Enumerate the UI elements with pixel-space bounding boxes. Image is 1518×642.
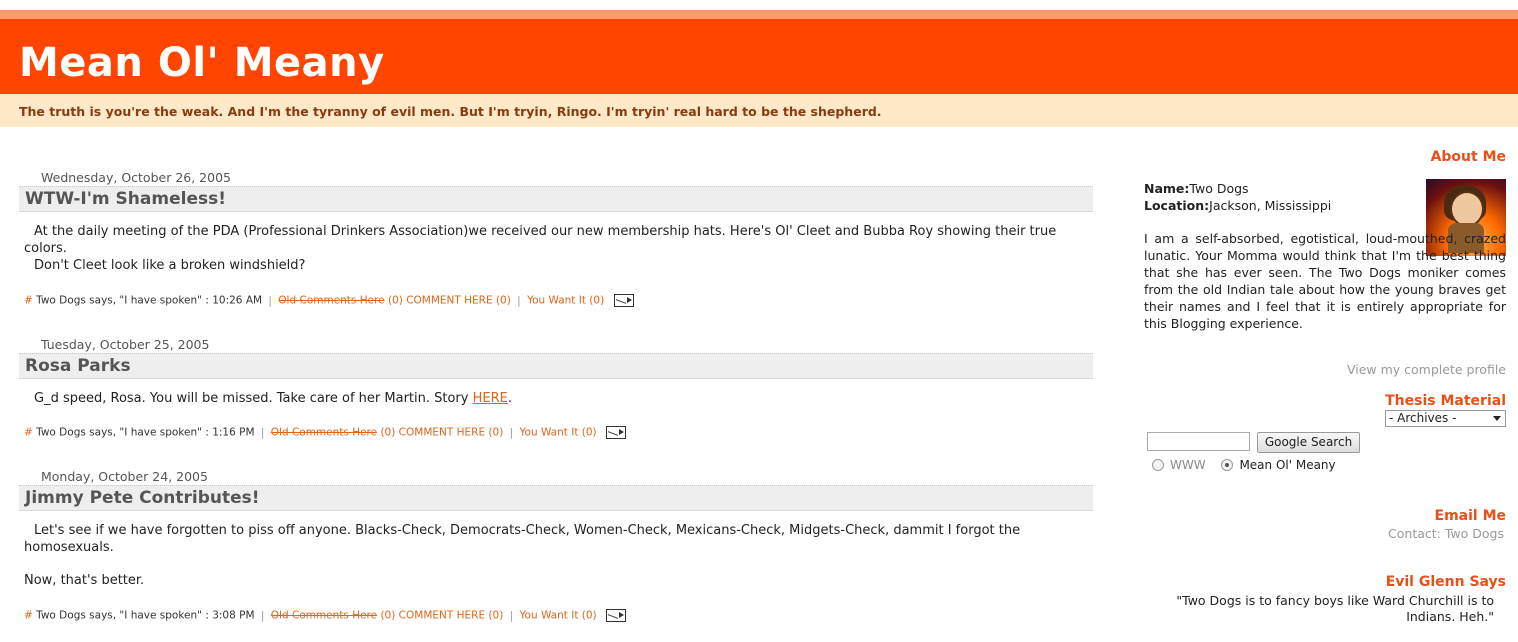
view-profile-link[interactable]: View my complete profile	[1347, 362, 1506, 377]
search-input[interactable]	[1147, 432, 1250, 451]
site-description: The truth is you're the weak. And I'm th…	[19, 104, 882, 119]
post-body-paragraph: Don't Cleet look like a broken windshiel…	[34, 258, 306, 273]
post-title: WTW-I'm Shameless!	[19, 186, 1093, 212]
post-author-time: Two Dogs says, "I have spoken" : 10:26 A…	[36, 294, 263, 307]
evil-glenn-quote: "Two Dogs is to fancy boys like Ward Chu…	[1176, 593, 1494, 624]
post-body: G_d speed, Rosa. You will be missed. Tak…	[24, 390, 1064, 407]
profile-name-row: Name:Two Dogs	[1144, 180, 1331, 197]
site-title[interactable]: Mean Ol' Meany	[19, 40, 385, 86]
post-body: At the daily meeting of the PDA (Profess…	[24, 223, 1064, 274]
name-label: Name:	[1144, 181, 1190, 196]
contact-label: Contact:	[1388, 526, 1441, 541]
chevron-down-icon	[1493, 416, 1501, 421]
permalink[interactable]: #	[24, 610, 33, 622]
post-date: Wednesday, October 26, 2005	[41, 170, 231, 185]
story-link[interactable]: HERE	[473, 391, 508, 406]
google-search-button[interactable]: Google Search	[1257, 432, 1360, 453]
profile-location: Jackson, Mississippi	[1209, 198, 1332, 213]
profile-name[interactable]: Two Dogs	[1189, 181, 1248, 196]
post-author-time: Two Dogs says, "I have spoken" : 1:16 PM	[36, 426, 255, 439]
about-me-heading: About Me	[1430, 149, 1506, 165]
post-body-paragraph: Let's see if we have forgotten to piss o…	[24, 523, 1021, 555]
email-post-icon[interactable]	[606, 609, 626, 622]
radio-www-label: WWW	[1170, 457, 1206, 472]
post-footer: # Two Dogs says, "I have spoken" : 3:08 …	[24, 609, 626, 622]
header-top-stripe	[0, 10, 1518, 19]
email-me-heading: Email Me	[1434, 508, 1507, 524]
post-body-end: .	[507, 391, 512, 406]
want-it-link[interactable]: You Want It (0)	[520, 610, 597, 622]
old-comments-link[interactable]: Old Comments Here	[271, 610, 377, 622]
evil-glenn-heading: Evil Glenn Says	[1385, 574, 1506, 590]
site-description-bar: The truth is you're the weak. And I'm th…	[0, 94, 1518, 127]
contact-line: Contact: Two Dogs	[1388, 526, 1504, 541]
location-label: Location:	[1144, 198, 1210, 213]
post-title-text[interactable]: Jimmy Pete Contributes!	[25, 488, 260, 508]
archives-dropdown[interactable]: - Archives -	[1385, 410, 1506, 427]
comment-link[interactable]: (0) COMMENT HERE (0)	[388, 295, 511, 307]
about-me-paragraph: I am a self-absorbed, egotistical, loud-…	[1144, 231, 1506, 331]
post-title-text[interactable]: WTW-I'm Shameless!	[25, 189, 226, 209]
post-footer: # Two Dogs says, "I have spoken" : 10:26…	[24, 294, 634, 307]
post-title: Rosa Parks	[19, 353, 1093, 379]
about-me-text: I am a self-absorbed, egotistical, loud-…	[1144, 230, 1506, 332]
thesis-material-heading: Thesis Material	[1385, 393, 1506, 409]
contact-link[interactable]: Two Dogs	[1445, 526, 1504, 541]
old-comments-link[interactable]: Old Comments Here	[271, 427, 377, 439]
post-date: Monday, October 24, 2005	[41, 469, 208, 484]
radio-www[interactable]	[1152, 458, 1164, 471]
want-it-link[interactable]: You Want It (0)	[520, 427, 597, 439]
search-scope: WWW Mean Ol' Meany	[1152, 457, 1348, 472]
post-title: Jimmy Pete Contributes!	[19, 485, 1093, 511]
post-title-text[interactable]: Rosa Parks	[25, 356, 131, 376]
radio-site-label: Mean Ol' Meany	[1239, 457, 1336, 472]
post-body: Let's see if we have forgotten to piss o…	[24, 522, 1064, 589]
permalink[interactable]: #	[24, 427, 33, 439]
post-date: Tuesday, October 25, 2005	[41, 337, 210, 352]
post-body-text: G_d speed, Rosa. You will be missed. Tak…	[34, 391, 473, 406]
want-it-link[interactable]: You Want It (0)	[527, 295, 604, 307]
permalink[interactable]: #	[24, 295, 33, 307]
site-header: Mean Ol' Meany	[0, 19, 1518, 94]
archives-selected: - Archives -	[1389, 411, 1457, 425]
radio-site[interactable]	[1221, 458, 1234, 471]
post-body-paragraph: G_d speed, Rosa. You will be missed. Tak…	[24, 390, 1064, 407]
comment-link[interactable]: (0) COMMENT HERE (0)	[380, 427, 503, 439]
post-body-paragraph: At the daily meeting of the PDA (Profess…	[24, 224, 1057, 256]
email-post-icon[interactable]	[613, 294, 634, 307]
post-body-paragraph: Now, that's better.	[24, 573, 145, 588]
post-footer: # Two Dogs says, "I have spoken" : 1:16 …	[24, 426, 626, 439]
profile-location-row: Location:Jackson, Mississippi	[1144, 197, 1331, 214]
post-author-time: Two Dogs says, "I have spoken" : 3:08 PM	[36, 609, 255, 622]
email-post-icon[interactable]	[606, 426, 626, 439]
profile-info: Name:Two Dogs Location:Jackson, Mississi…	[1144, 180, 1331, 214]
comment-link[interactable]: (0) COMMENT HERE (0)	[380, 610, 503, 622]
old-comments-link[interactable]: Old Comments Here	[278, 295, 384, 307]
